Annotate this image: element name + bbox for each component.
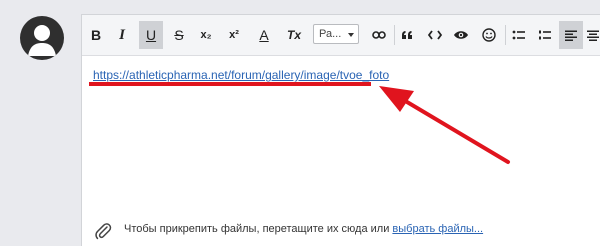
link-button[interactable]	[367, 21, 391, 49]
attachment-hint: Чтобы прикрепить файлы, перетащите их сю…	[124, 223, 483, 235]
font-size-select-value: Ра...	[319, 28, 342, 40]
link-icon	[372, 31, 386, 39]
editor-toolbar: B I U S x₂ x² A Tx Ра...	[82, 15, 600, 56]
font-color-button[interactable]: A	[252, 21, 276, 49]
superscript-button[interactable]: x²	[222, 21, 246, 49]
toolbar-separator	[505, 25, 506, 45]
attachment-area: Чтобы прикрепить файлы, перетащите их сю…	[82, 215, 600, 246]
align-left-button[interactable]	[559, 21, 583, 49]
align-center-button[interactable]	[585, 21, 600, 49]
inserted-link[interactable]: https://athleticpharma.net/forum/gallery…	[93, 68, 389, 82]
underline-button[interactable]: U	[139, 21, 163, 49]
choose-files-link[interactable]: выбрать файлы...	[392, 223, 483, 235]
strikethrough-button[interactable]: S	[167, 21, 191, 49]
numbered-list-icon	[539, 30, 551, 40]
align-left-icon	[565, 30, 577, 41]
code-icon	[428, 30, 442, 40]
code-button[interactable]	[423, 21, 447, 49]
user-avatar	[20, 16, 64, 60]
smiley-icon	[482, 28, 496, 42]
numbered-list-button[interactable]	[533, 21, 557, 49]
attachment-hint-text: Чтобы прикрепить файлы, перетащите их сю…	[124, 223, 393, 235]
preview-button[interactable]	[449, 21, 473, 49]
font-size-select[interactable]: Ра...	[313, 24, 359, 44]
quote-button[interactable]	[395, 21, 419, 49]
bulleted-list-button[interactable]	[507, 21, 531, 49]
bold-button[interactable]: B	[84, 21, 108, 49]
subscript-button[interactable]: x₂	[194, 21, 218, 49]
eye-icon	[454, 31, 468, 39]
bulleted-list-icon	[512, 30, 525, 40]
emoji-button[interactable]	[477, 21, 501, 49]
rich-text-editor: B I U S x₂ x² A Tx Ра... https://athleti…	[81, 14, 600, 246]
align-center-icon	[587, 30, 599, 41]
user-silhouette-icon	[28, 25, 56, 56]
italic-button[interactable]: I	[110, 21, 134, 49]
paperclip-icon	[95, 223, 112, 240]
clear-format-button[interactable]: Tx	[282, 21, 306, 49]
quote-icon	[402, 31, 412, 39]
chevron-down-icon	[348, 33, 354, 37]
editor-content[interactable]: https://athleticpharma.net/forum/gallery…	[93, 66, 593, 206]
